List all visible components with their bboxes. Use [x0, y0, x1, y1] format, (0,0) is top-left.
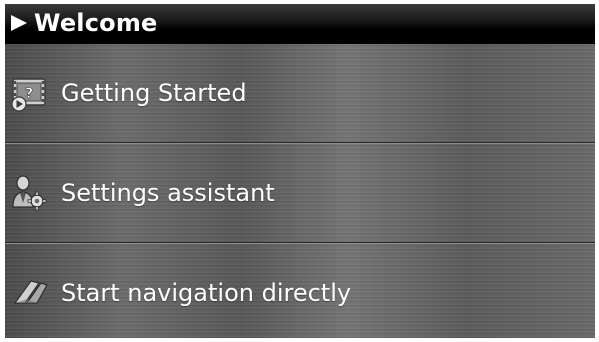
menu-item-start-navigation[interactable]: Start navigation directly — [5, 244, 595, 338]
person-gear-icon — [9, 172, 51, 214]
film-question-icon: ? — [9, 72, 51, 114]
welcome-screen: Welcome ? Getting Started Settings assis… — [5, 4, 595, 338]
menu-item-label: Start navigation directly — [61, 279, 352, 307]
page-title: Welcome — [34, 9, 158, 37]
menu-item-settings-assistant[interactable]: Settings assistant — [5, 144, 595, 242]
menu-item-label: Settings assistant — [61, 179, 275, 207]
navigation-arrow-icon — [9, 272, 51, 314]
svg-text:?: ? — [25, 86, 33, 102]
title-bar: Welcome — [5, 4, 595, 44]
menu-item-label: Getting Started — [61, 79, 247, 107]
triangle-right-icon — [11, 15, 27, 31]
menu-item-getting-started[interactable]: ? Getting Started — [5, 44, 595, 142]
